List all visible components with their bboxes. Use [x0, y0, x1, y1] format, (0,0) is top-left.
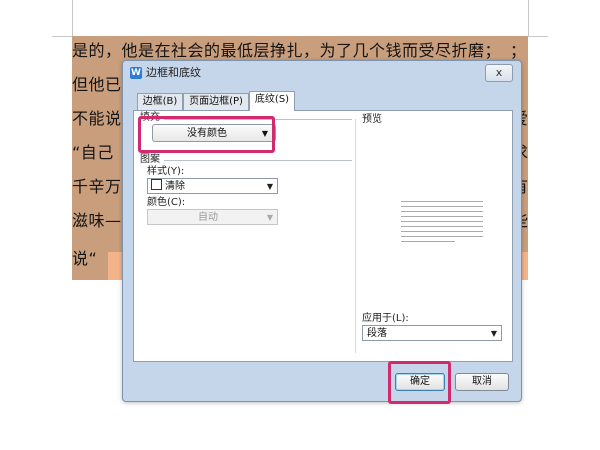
- fill-highlight-box: [138, 116, 275, 153]
- preview-line: [401, 221, 483, 222]
- chevron-down-icon: ▼: [490, 329, 497, 338]
- tab-borders[interactable]: 边框(B): [137, 93, 183, 110]
- dialog-titlebar[interactable]: W 边框和底纹 x: [123, 61, 521, 85]
- pattern-style-select[interactable]: 清除 ▼: [147, 178, 278, 194]
- chevron-down-icon: ▼: [266, 182, 273, 191]
- tab-page-border[interactable]: 页面边框(P): [183, 93, 249, 110]
- dialog-title: 边框和底纹: [146, 66, 201, 79]
- preview-line: [401, 236, 483, 237]
- preview-line: [401, 211, 483, 212]
- chevron-down-icon: ▼: [266, 213, 273, 222]
- pattern-section-label: 图案: [140, 154, 160, 165]
- preview-label: 预览: [362, 114, 382, 125]
- preview-line: [401, 206, 483, 207]
- preview-line: [401, 216, 483, 217]
- pattern-style-value: 清除: [165, 181, 185, 192]
- pattern-color-select[interactable]: 自动 ▼: [147, 209, 278, 225]
- margin-guide-top-right-horizontal: [528, 36, 548, 37]
- margin-guide-top-left-vertical: [72, 0, 73, 36]
- apply-to-value: 段落: [367, 328, 387, 339]
- cancel-button[interactable]: 取消: [455, 373, 509, 391]
- apply-to-label: 应用于(L):: [362, 313, 409, 324]
- preview-line: [401, 241, 455, 242]
- pattern-style-label: 样式(Y):: [147, 166, 185, 177]
- tab-shading[interactable]: 底纹(S): [249, 91, 295, 111]
- margin-guide-top-left-horizontal: [52, 36, 72, 37]
- preview-area: [401, 201, 483, 245]
- pattern-swatch-icon: [151, 179, 162, 190]
- wps-app-icon: W: [130, 67, 142, 79]
- borders-shading-dialog: W 边框和底纹 x 边框(B) 页面边框(P) 底纹(S) 填充 没有颜色 ▼ …: [122, 60, 522, 402]
- close-button[interactable]: x: [485, 64, 513, 82]
- ok-highlight-box: [388, 361, 451, 404]
- pattern-separator: [164, 160, 352, 161]
- preview-line: [401, 201, 483, 202]
- preview-line: [401, 226, 483, 227]
- pattern-color-value: 自动: [198, 212, 218, 223]
- apply-to-select[interactable]: 段落 ▼: [362, 325, 502, 341]
- margin-guide-top-right-vertical: [528, 0, 529, 36]
- pattern-color-label: 颜色(C):: [147, 197, 186, 208]
- preview-line: [401, 231, 483, 232]
- panel-vertical-divider: [355, 119, 356, 353]
